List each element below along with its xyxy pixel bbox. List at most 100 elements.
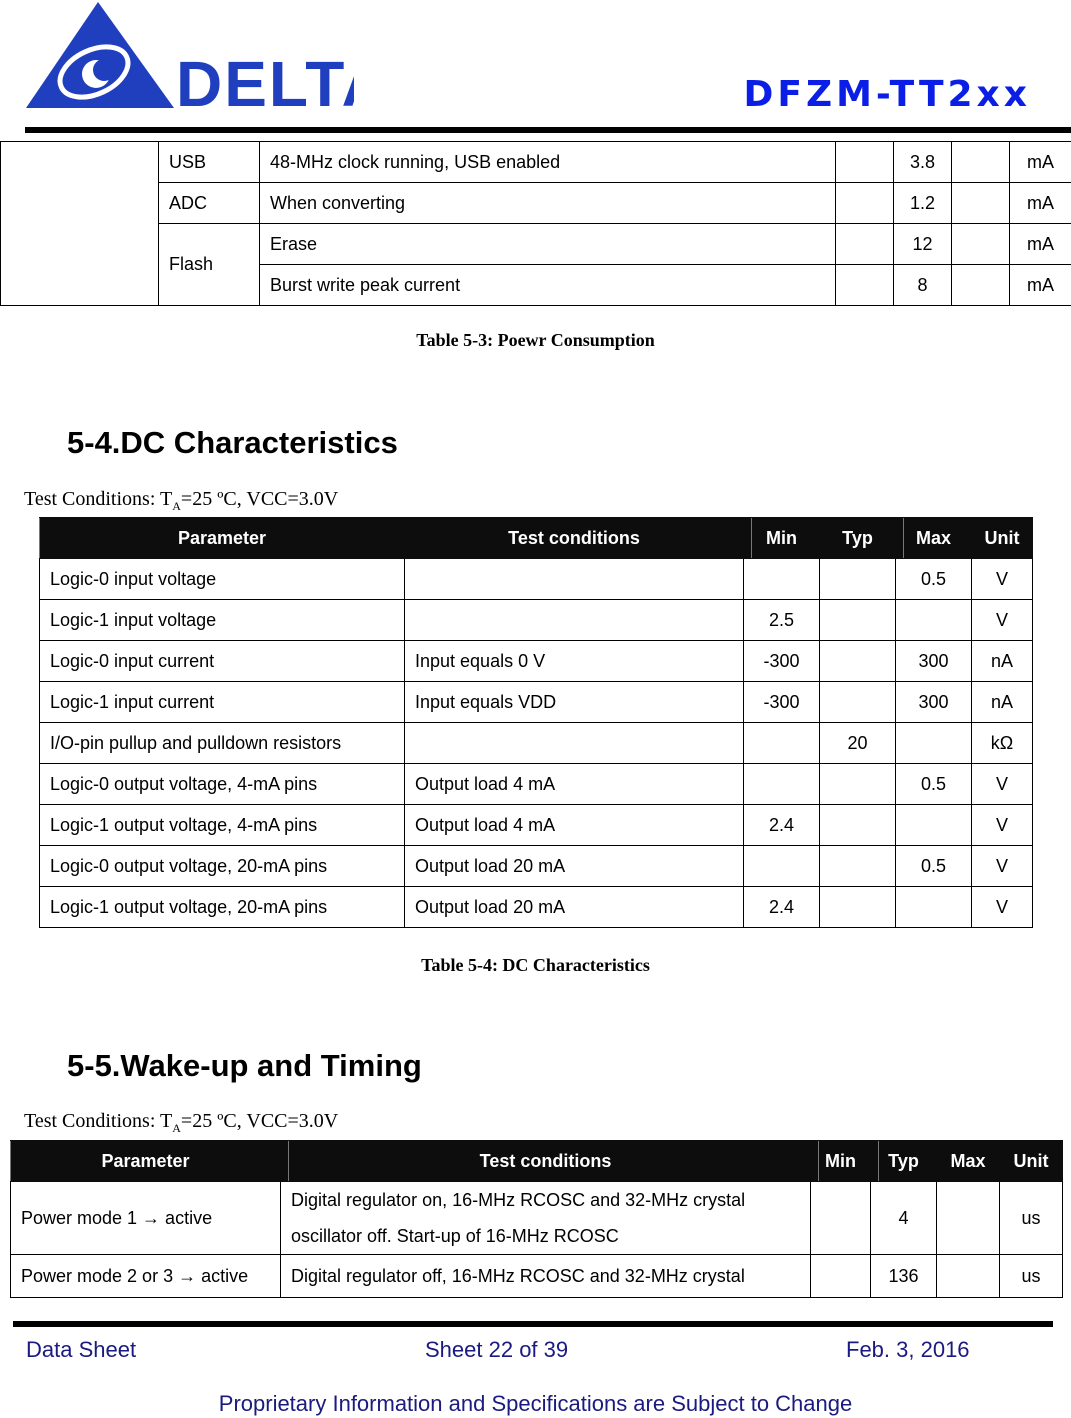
parameter-cell: Logic-1 input current: [39, 681, 405, 723]
footer-rule: [13, 1321, 1053, 1327]
header-min: Min: [743, 517, 820, 559]
dc-table-body: Logic-0 input voltage 0.5 V Logic-1 input v…: [39, 558, 1033, 928]
typ-cell: [819, 845, 896, 887]
dc-characteristics-table: Parameter Test conditions Min Typ Max Un…: [39, 517, 1033, 928]
typ-cell: [819, 558, 896, 600]
svg-text:DELTA: DELTA: [176, 48, 354, 110]
table-row: USB 48-MHz clock running, USB enabled 3.…: [0, 141, 1071, 306]
parameter-cell: Power mode 2 or 3 → active: [10, 1254, 281, 1298]
condition-cell: Input equals VDD: [404, 681, 744, 723]
condition-cell: Erase: [259, 223, 836, 265]
condition-cell: 48-MHz clock running, USB enabled: [259, 141, 836, 183]
table-row: Power mode 2 or 3 → active Digital regul…: [10, 1254, 1063, 1298]
condition-cell: [404, 599, 744, 641]
header-parameter: Parameter: [10, 1140, 281, 1182]
max-cell: [951, 264, 1010, 306]
condition-cell: Digital regulator off, 16-MHz RCOSC and …: [280, 1254, 811, 1298]
condition-cell: Input equals 0 V: [404, 640, 744, 682]
min-cell: -300: [743, 681, 820, 723]
unit-cell: V: [971, 845, 1033, 887]
footer-proprietary-note: Proprietary Information and Specificatio…: [218, 1391, 853, 1416]
table-row: Flash Erase 12 mA: [1, 223, 1071, 306]
header-max: Max: [895, 517, 972, 559]
typ-cell: [819, 804, 896, 846]
unit-cell: mA: [1009, 264, 1071, 306]
max-cell: 0.5: [895, 763, 972, 805]
typ-cell: 136: [870, 1254, 937, 1298]
header-typ: Typ: [870, 1140, 937, 1182]
condition-cell: When converting: [259, 182, 836, 224]
module-cell: USB: [158, 141, 260, 183]
condition-line: oscillator off. Start-up of 16-MHz RCOSC: [291, 1226, 619, 1246]
max-cell: 300: [895, 681, 972, 723]
typ-cell: [819, 763, 896, 805]
header-parameter: Parameter: [39, 517, 405, 559]
table-row: ADC When converting 1.2 mA: [1, 182, 1071, 224]
condition-cell: Digital regulator on, 16-MHz RCOSC and 3…: [280, 1181, 811, 1255]
unit-cell: V: [971, 804, 1033, 846]
unit-cell: mA: [1009, 223, 1071, 265]
test-conditions-suffix: =25 ºC, VCC=3.0V: [180, 488, 339, 510]
condition-cell: Output load 4 mA: [404, 804, 744, 846]
footer-page-number: Sheet 22 of 39: [425, 1337, 569, 1362]
condition-cell: Output load 4 mA: [404, 763, 744, 805]
test-conditions: Test Conditions: TA=25 ºC, VCC=3.0V: [24, 1110, 338, 1136]
header-min: Min: [810, 1140, 871, 1182]
max-cell: [936, 1181, 1000, 1255]
unit-cell: V: [971, 886, 1033, 928]
max-cell: 300: [895, 640, 972, 682]
min-cell: 2.5: [743, 599, 820, 641]
wakeup-timing-table: Parameter Test conditions Min Typ Max Un…: [10, 1140, 1063, 1298]
parameter-cell: Logic-1 output voltage, 4-mA pins: [39, 804, 405, 846]
max-cell: [951, 182, 1010, 224]
min-cell: [743, 845, 820, 887]
min-cell: [810, 1254, 871, 1298]
min-cell: [743, 763, 820, 805]
table-row: Logic-0 output voltage, 4-mA pins Output …: [39, 763, 1033, 805]
header-rule: [25, 127, 1071, 133]
module-cell: ADC: [158, 182, 260, 224]
table-row: Logic-1 input current Input equals VDD -30…: [39, 681, 1033, 723]
table-header-row: Parameter Test conditions Min Typ Max Un…: [39, 517, 1033, 559]
delta-logo: DELTA: [24, 0, 388, 120]
unit-cell: kΩ: [971, 722, 1033, 764]
table-row: I/O-pin pullup and pulldown resistors 20 k…: [39, 722, 1033, 764]
module-cell: Flash: [158, 223, 260, 306]
delta-logo-icon: DELTA: [26, 2, 388, 120]
max-cell: [895, 804, 972, 846]
test-conditions-sub: A: [172, 499, 181, 513]
unit-cell: V: [971, 558, 1033, 600]
condition-cell: Burst write peak current: [259, 264, 836, 306]
max-cell: [951, 223, 1010, 265]
test-conditions-suffix: =25 ºC, VCC=3.0V: [180, 1110, 339, 1132]
table-row: Logic-1 input voltage 2.5 V: [39, 599, 1033, 641]
footer-doc-type: Data Sheet: [26, 1337, 137, 1362]
unit-cell: mA: [1009, 182, 1071, 224]
test-conditions-sub: A: [172, 1121, 181, 1135]
min-cell: [835, 141, 894, 183]
header-max: Max: [936, 1140, 1000, 1182]
max-cell: [936, 1254, 1000, 1298]
header-unit: Unit: [999, 1140, 1063, 1182]
parameter-cell: Logic-0 input current: [39, 640, 405, 682]
table-header-row: Parameter Test conditions Min Typ Max Un…: [10, 1140, 1063, 1182]
table-row: Power mode 1 → active Digital regulator …: [10, 1181, 1063, 1255]
typ-cell: 12: [893, 223, 952, 265]
table-row: Logic-1 output voltage, 20-mA pins Output…: [39, 886, 1033, 928]
unit-cell: us: [999, 1254, 1063, 1298]
condition-cell: [404, 558, 744, 600]
parameter-cell: Logic-0 input voltage: [39, 558, 405, 600]
header-test-conditions: Test conditions: [280, 1140, 811, 1182]
footer-date: Feb. 3, 2016: [846, 1337, 970, 1362]
max-cell: [895, 886, 972, 928]
min-cell: 2.4: [743, 804, 820, 846]
table-row: Logic-0 output voltage, 20-mA pins Output…: [39, 845, 1033, 887]
header-typ: Typ: [819, 517, 896, 559]
condition-cell: Output load 20 mA: [404, 845, 744, 887]
min-cell: [743, 722, 820, 764]
typ-cell: 8: [893, 264, 952, 306]
typ-cell: 4: [870, 1181, 937, 1255]
table-row: Logic-0 input current Input equals 0 V -30…: [39, 640, 1033, 682]
table-caption: Table 5-3: Poewr Consumption: [416, 330, 655, 350]
test-conditions-prefix: Test Conditions: T: [24, 488, 173, 510]
